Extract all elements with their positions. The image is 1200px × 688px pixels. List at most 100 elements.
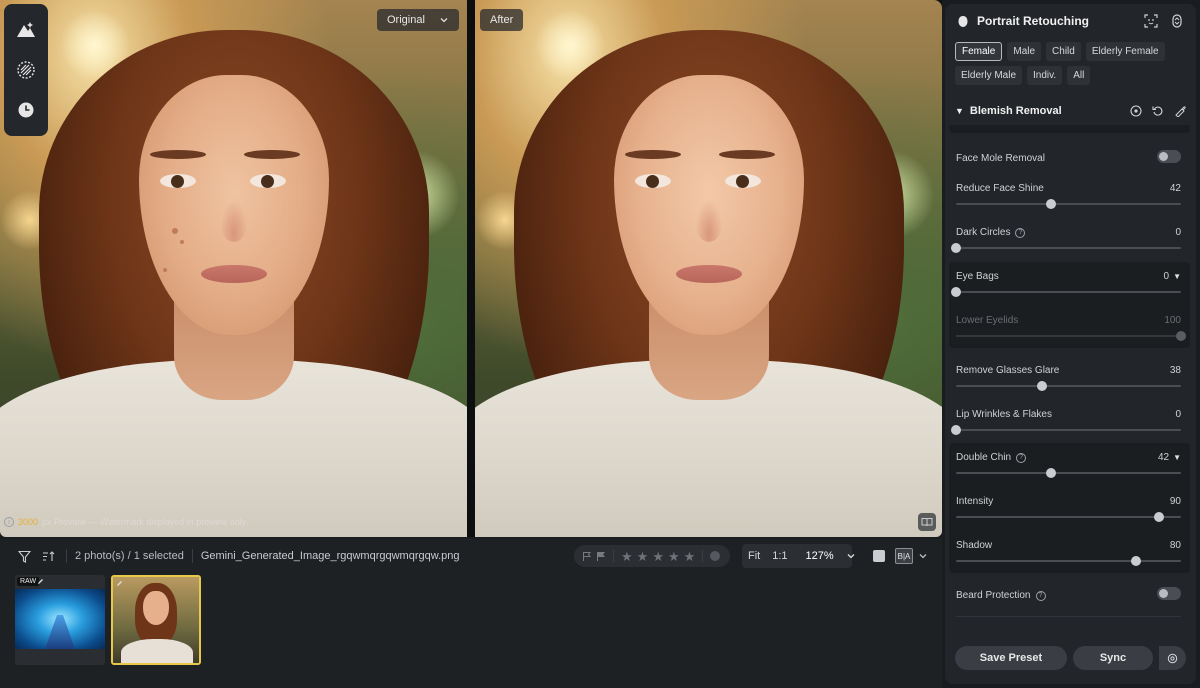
slider-knob[interactable]	[1045, 199, 1056, 209]
after-photo-pane[interactable]: After	[475, 0, 942, 537]
lip-wrinkles-value[interactable]: 0	[1175, 409, 1181, 420]
save-preset-button[interactable]: Save Preset	[955, 646, 1067, 670]
info-icon[interactable]: ?	[1016, 452, 1027, 463]
reduce-face-shine-value[interactable]: 42	[1170, 183, 1181, 194]
original-dropdown[interactable]: Original	[377, 9, 459, 31]
color-label-icon[interactable]	[710, 551, 721, 561]
star-2-icon[interactable]: ★	[637, 550, 649, 563]
double-chin-value-group[interactable]: 42 ▼	[1158, 452, 1181, 463]
texture-tool-button[interactable]	[11, 55, 41, 85]
zoom-1to1-button[interactable]: 1:1	[766, 550, 793, 562]
double-chin-slider[interactable]	[956, 468, 1181, 478]
expand-triangle-icon[interactable]: ▼	[1173, 272, 1181, 281]
lip-wrinkles-label: Lip Wrinkles & Flakes	[956, 409, 1052, 420]
star-4-icon[interactable]: ★	[668, 550, 680, 563]
double-chin-label: Double Chin	[956, 452, 1012, 463]
filter-button[interactable]	[16, 548, 32, 564]
after-label: After	[490, 14, 514, 26]
slider-knob[interactable]	[951, 287, 961, 297]
beard-protection-toggle[interactable]	[1157, 587, 1181, 600]
slider-knob[interactable]	[1153, 512, 1164, 522]
face-detect-icon[interactable]	[1144, 14, 1158, 28]
info-icon[interactable]: ?	[1015, 227, 1026, 238]
face-mole-removal-toggle[interactable]	[1157, 150, 1181, 163]
remove-glasses-glare-value[interactable]: 38	[1170, 365, 1181, 376]
star-5-icon[interactable]: ★	[684, 550, 696, 563]
tool-palette	[4, 4, 48, 136]
info-icon[interactable]: ?	[1035, 590, 1046, 601]
preset-chips: Female Male Child Elderly Female Elderly…	[955, 42, 1190, 85]
zoom-controls: Fit 1:1 127%	[742, 544, 855, 568]
double-chin-value: 42	[1157, 452, 1170, 463]
zoom-level-value: 127%	[805, 550, 834, 562]
slider-knob[interactable]	[951, 243, 961, 253]
sync-settings-button[interactable]	[1159, 646, 1186, 670]
eraser-brush-icon[interactable]	[1174, 105, 1186, 117]
visibility-toggle-icon[interactable]	[1130, 105, 1142, 117]
chip-child[interactable]: Child	[1046, 42, 1081, 61]
intensity-label: Intensity	[956, 496, 994, 507]
portrait-tool-button[interactable]	[11, 15, 41, 45]
selection-count: 2 photo(s) / 1 selected	[75, 550, 184, 562]
chevron-down-icon	[440, 18, 448, 23]
collapsed-rows-edge	[949, 125, 1190, 133]
intensity-slider[interactable]	[956, 512, 1181, 522]
eye-bags-slider[interactable]	[951, 287, 1181, 297]
dark-circles-label-group: Dark Circles?	[956, 227, 1026, 238]
star-3-icon[interactable]: ★	[652, 550, 664, 563]
view-options-chevron-icon[interactable]	[918, 551, 928, 561]
beard-protection-label-group: Beard Protection?	[956, 590, 1046, 601]
slider-knob[interactable]	[1045, 468, 1056, 478]
reduce-face-shine-slider[interactable]	[956, 199, 1181, 209]
chip-female[interactable]: Female	[955, 42, 1003, 61]
face-mole-removal-label: Face Mole Removal	[956, 153, 1045, 164]
swap-icon[interactable]	[1170, 14, 1184, 28]
zoom-fit-button[interactable]: Fit	[742, 550, 766, 562]
original-photo-pane[interactable]: Original i 3000 px Preview — Watermark di…	[0, 0, 467, 537]
edited-pencil-icon	[117, 581, 122, 586]
chip-individual[interactable]: Indiv.	[1027, 66, 1063, 85]
watermark-notice: i 3000 px Preview — Watermark displayed i…	[4, 517, 248, 527]
before-after-view-button[interactable]: B|A	[895, 548, 913, 564]
shadow-slider[interactable]	[956, 556, 1181, 566]
shadow-value[interactable]: 80	[1170, 540, 1181, 551]
chip-elderly-female[interactable]: Elderly Female	[1085, 42, 1165, 61]
before-after-label: B|A	[897, 551, 911, 561]
compare-view-button[interactable]	[918, 513, 936, 531]
dark-circles-slider[interactable]	[951, 243, 1181, 253]
remove-glasses-glare-slider[interactable]	[956, 381, 1181, 391]
reduce-face-shine-label: Reduce Face Shine	[956, 183, 1044, 194]
lip-wrinkles-slider[interactable]	[951, 425, 1181, 435]
thumbnail-2-selected[interactable]	[111, 575, 201, 665]
star-1-icon[interactable]: ★	[621, 550, 633, 563]
photo-viewer[interactable]: Original i 3000 px Preview — Watermark di…	[0, 0, 942, 537]
slider-knob[interactable]	[951, 425, 961, 435]
history-tool-button[interactable]	[11, 95, 41, 125]
watermark-size: 3000	[18, 517, 39, 527]
chip-male[interactable]: Male	[1007, 42, 1042, 61]
reject-flag-icon[interactable]	[596, 551, 606, 562]
single-view-button[interactable]	[873, 550, 885, 562]
eye-bags-value-group[interactable]: 0 ▼	[1164, 271, 1181, 282]
slider-knob[interactable]	[1131, 556, 1141, 566]
chip-all[interactable]: All	[1067, 66, 1091, 85]
intensity-value[interactable]: 90	[1170, 496, 1181, 507]
dark-circles-value[interactable]: 0	[1175, 227, 1181, 238]
expand-triangle-icon[interactable]: ▼	[1173, 453, 1181, 462]
reset-icon[interactable]	[1152, 105, 1164, 117]
blemish-removal-header[interactable]: ▼ Blemish Removal	[955, 100, 1186, 122]
slider-knob[interactable]	[1036, 381, 1047, 391]
thumbnail-1[interactable]: RAW	[15, 575, 105, 665]
collapse-triangle-icon[interactable]: ▼	[955, 106, 964, 116]
sort-button[interactable]	[40, 548, 56, 564]
portrait-retouch-icon	[17, 22, 35, 37]
chevron-down-icon	[847, 554, 855, 559]
flag-icon[interactable]	[582, 551, 592, 562]
zoom-level-dropdown[interactable]: 127%	[794, 550, 862, 562]
split-divider[interactable]	[467, 0, 475, 537]
after-portrait-photo	[475, 0, 942, 537]
chip-elderly-male[interactable]: Elderly Male	[955, 66, 1023, 85]
info-icon: i	[4, 517, 14, 527]
edited-pencil-icon	[38, 579, 43, 584]
sync-button[interactable]: Sync	[1073, 646, 1153, 670]
